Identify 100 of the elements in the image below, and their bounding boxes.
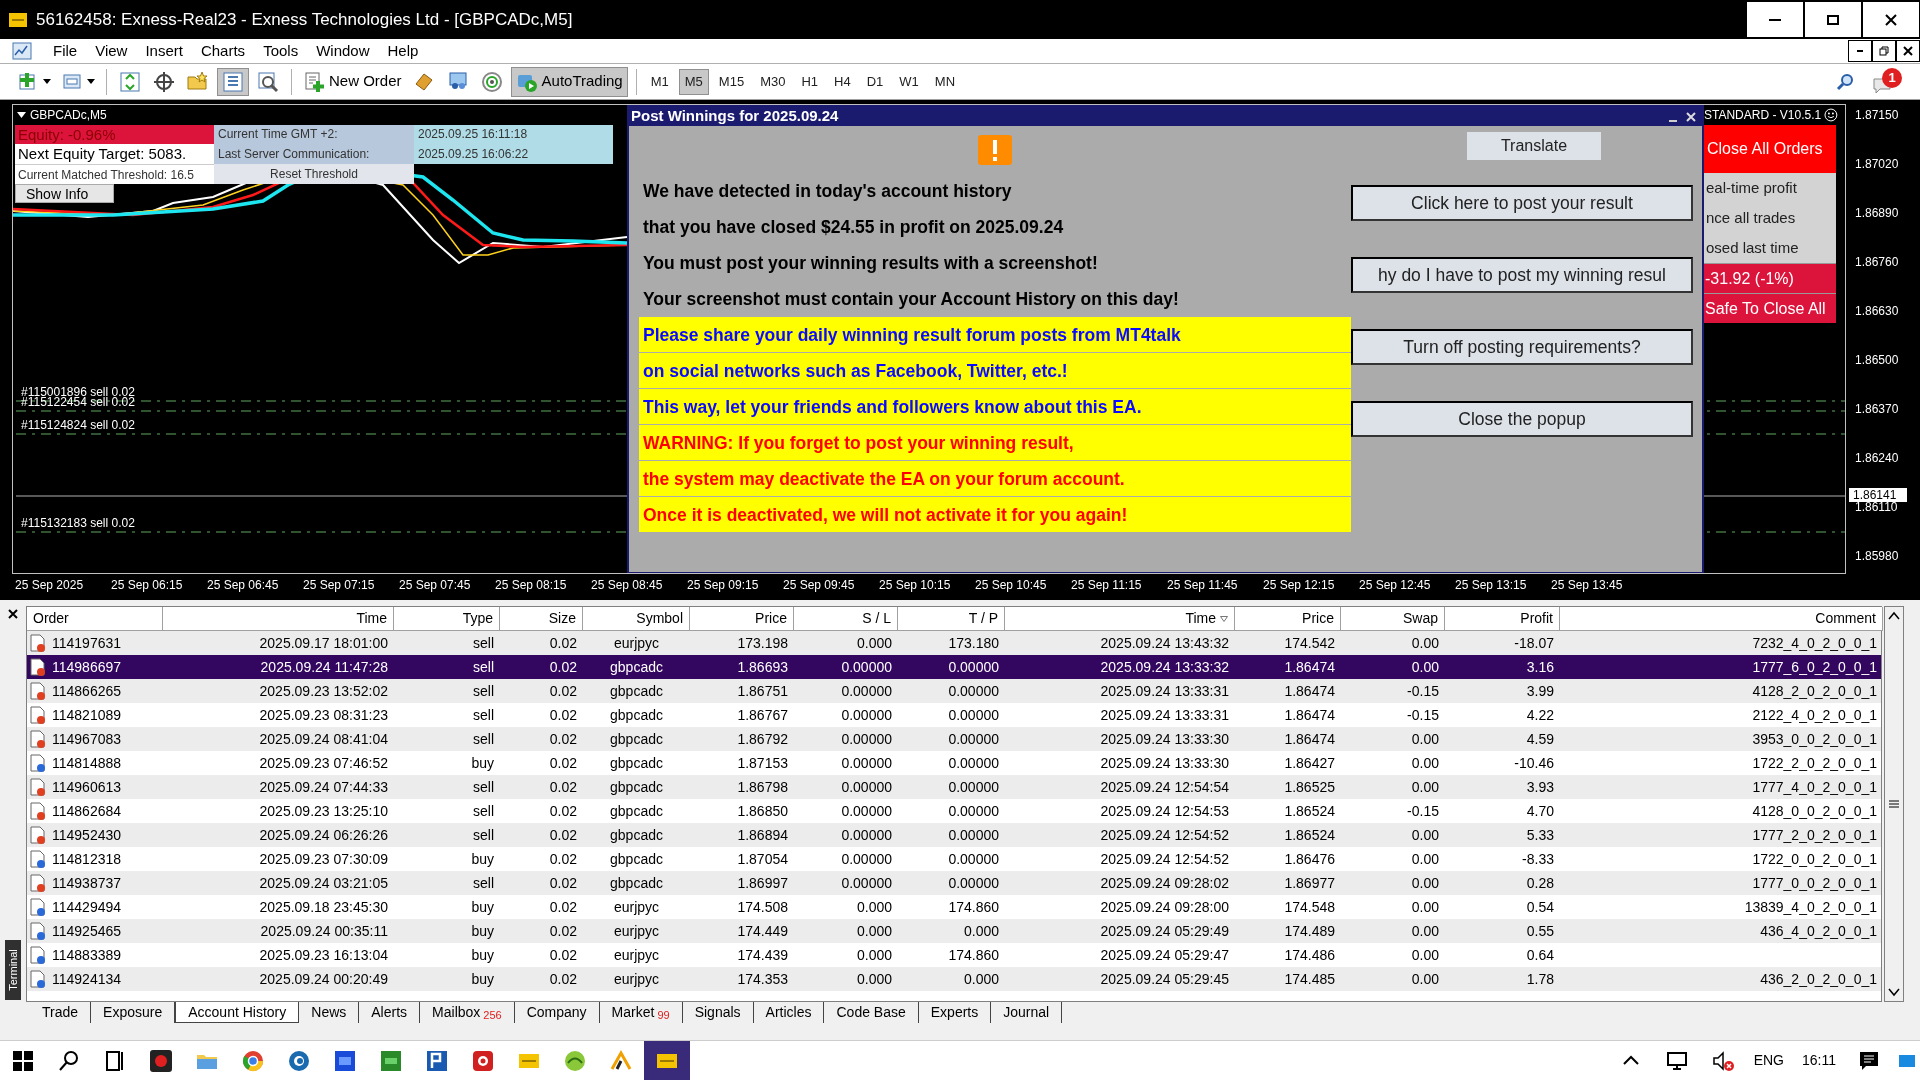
table-cell-text: 0.00 (1410, 826, 1440, 845)
table-row[interactable]: 114952430 2025.09.24 06:26:26 sell 0.02 gbpcadc 1.86894 0.00000 0.00000 2025.09.24 12:54:52 1.86524 0.00 5.33 1777_2_0_2_0_0_1 (27, 823, 1881, 847)
menu-item[interactable]: Window (307, 39, 379, 63)
menu-item[interactable]: Tools (254, 39, 308, 63)
timeframe-button[interactable]: W1 (893, 68, 925, 95)
table-cell-text: gbpcadc (609, 730, 664, 749)
table-cell-text: 0.000 (855, 970, 893, 989)
column-header[interactable]: Comment (1560, 607, 1883, 631)
time-axis-label: 25 Sep 11:15 (1070, 577, 1143, 594)
show-info-button[interactable]: Show Info (15, 184, 114, 203)
menu-item[interactable]: Insert (136, 39, 192, 63)
table-row[interactable]: 114967083 2025.09.24 08:41:04 sell 0.02 gbpcadc 1.86792 0.00000 0.00000 2025.09.24 13:33:30 1.86474 0.00 4.59 3953_0_0_2_0_0_1 (27, 727, 1881, 751)
close-icon (8, 609, 18, 619)
scrollbar[interactable] (1884, 606, 1904, 1002)
time-axis-label: 25 Sep 10:15 (878, 577, 952, 594)
timeframe-button[interactable]: H1 (795, 68, 825, 95)
clock[interactable]: 16:11 (1792, 1050, 1846, 1071)
table-cell-text: 0.000 (962, 970, 1000, 989)
order-label: #115132183 sell 0.02 (21, 516, 135, 530)
timeframe-button[interactable]: MN (928, 68, 961, 95)
terminal-tab[interactable]: Account History (175, 1002, 300, 1023)
timeframe-button[interactable]: M30 (754, 68, 792, 95)
popup-button[interactable]: Turn off posting requirements? (1351, 329, 1693, 365)
column-header[interactable]: Time (163, 607, 394, 631)
column-header[interactable]: Swap (1341, 607, 1445, 631)
column-header[interactable]: T / P (898, 607, 1005, 631)
table-cell-text: 2025.09.24 12:54:52 (1099, 850, 1230, 869)
menu-item[interactable]: File (44, 39, 87, 63)
menu-item[interactable]: View (86, 39, 137, 63)
table-cell-text: 2122_4_0_2_0_0_1 (1751, 706, 1878, 725)
column-header[interactable]: S / L (794, 607, 898, 631)
minimize-button[interactable] (1848, 40, 1872, 62)
close-button[interactable] (1896, 40, 1920, 62)
timeframe-button[interactable]: D1 (860, 68, 890, 95)
table-row[interactable]: 114986697 2025.09.24 11:47:28 sell 0.02 gbpcadc 1.86693 0.00000 0.00000 2025.09.24 13:33:32 1.86474 0.00 3.16 1777_6_0_2_0_0_1 (27, 655, 1881, 679)
table-cell-text: 4.70 (1525, 802, 1555, 821)
time-axis-label: 25 Sep 08:15 (494, 577, 568, 594)
reset-threshold-button[interactable]: Reset Threshold (214, 164, 414, 184)
terminal-tab[interactable]: Code Base (824, 1002, 919, 1023)
close-icon (1903, 46, 1913, 56)
trade-document-icon (30, 778, 46, 796)
timeframe-button[interactable]: M15 (712, 68, 751, 95)
terminal-tab[interactable]: Trade (30, 1002, 92, 1023)
table-row[interactable]: 114925465 2025.09.24 00:35:11 buy 0.02 eurjpyc 174.449 0.000 0.000 2025.09.24 05:29:49 174.489 0.00 0.55 436_4_0_2_0_0_1 (27, 919, 1881, 943)
table-cell-text: 13839_4_0_2_0_0_1 (1743, 898, 1878, 917)
column-header[interactable]: Price (1235, 607, 1341, 631)
search-button[interactable] (1836, 72, 1854, 91)
column-header[interactable]: Order (27, 607, 163, 631)
popup-button[interactable]: hy do I have to post my winning resul (1351, 257, 1693, 293)
table-cell-text: 1.86524 (1283, 802, 1336, 821)
table-cell-text: 1.86476 (1283, 850, 1336, 869)
table-row[interactable]: 114960613 2025.09.24 07:44:33 sell 0.02 gbpcadc 1.86798 0.00000 0.00000 2025.09.24 12:54:54 1.86525 0.00 3.93 1777_4_0_2_0_0_1 (27, 775, 1881, 799)
table-cell-text: 174.353 (736, 970, 789, 989)
app-button[interactable] (644, 1040, 690, 1080)
table-row[interactable]: 114938737 2025.09.24 03:21:05 sell 0.02 gbpcadc 1.86997 0.00000 0.00000 2025.09.24 09:28:02 1.86977 0.00 0.28 1777_0_0_2_0_0_1 (27, 871, 1881, 895)
terminal-tab[interactable]: Articles (753, 1002, 825, 1023)
minimize-button[interactable] (1746, 1, 1804, 38)
close-button[interactable] (1862, 1, 1920, 38)
terminal-tab[interactable]: Signals (682, 1002, 754, 1023)
table-cell-text: 173.180 (947, 634, 1000, 653)
timeframe-button[interactable]: H4 (828, 68, 857, 95)
timeframe-button[interactable]: M1 (644, 68, 675, 95)
column-header[interactable]: Size (500, 607, 583, 631)
menu-item[interactable]: Charts (191, 39, 255, 63)
column-header[interactable]: Type (394, 607, 500, 631)
new-order-button[interactable]: New Order (300, 67, 405, 96)
table-row[interactable]: 114197631 2025.09.17 18:01:00 sell 0.02 eurjpyc 173.198 0.000 173.180 2025.09.24 13:43:32 174.542 0.00 -18.07 7232_4_0_2_0_0_1 (27, 631, 1881, 655)
table-row[interactable]: 114866265 2025.09.23 13:52:02 sell 0.02 gbpcadc 1.86751 0.00000 0.00000 2025.09.24 13:33:31 1.86474 -0.15 3.99 4128_2_0_2_0_0_1 (27, 679, 1881, 703)
menu-item[interactable]: Help (378, 39, 428, 63)
column-header[interactable]: Symbol (583, 607, 690, 631)
translate-button[interactable]: Translate (1467, 132, 1601, 160)
timeframe-button[interactable]: M5 (678, 68, 709, 95)
table-cell-text: 0.000 (855, 946, 893, 965)
current-price-label: 1.86141 (1849, 488, 1907, 502)
language-indicator[interactable]: ENG (1745, 1050, 1792, 1071)
table-cell-text: 1.87153 (736, 754, 789, 773)
column-header[interactable]: Profit (1445, 607, 1560, 631)
restore-button[interactable] (1872, 40, 1896, 62)
terminal-tab[interactable]: Mailbox 256 (420, 1002, 515, 1023)
terminal-tab[interactable]: Market 99 (599, 1002, 683, 1023)
maximize-button[interactable] (1804, 1, 1862, 38)
terminal-tab[interactable]: Alerts (359, 1002, 421, 1023)
terminal-tab[interactable]: Journal (991, 1002, 1063, 1023)
terminal-tab[interactable]: Company (514, 1002, 600, 1023)
collapse-icon[interactable] (17, 111, 26, 119)
terminal-tab[interactable]: News (299, 1002, 360, 1023)
table-cell-text: 1777_2_0_2_0_0_1 (1751, 826, 1878, 845)
table-cell-text: 0.00000 (947, 730, 1000, 749)
terminal-tab[interactable]: Experts (918, 1002, 992, 1023)
navigator-button[interactable] (217, 67, 249, 96)
column-header[interactable]: Price (690, 607, 794, 631)
close-all-button[interactable]: Close All Orders (1704, 125, 1836, 173)
popup-button[interactable]: Close the popup (1351, 401, 1693, 437)
table-row[interactable]: 114924134 2025.09.24 00:20:49 buy 0.02 eurjpyc 174.353 0.000 0.000 2025.09.24 05:29:45 174.485 0.00 1.78 436_2_0_2_0_0_1 (27, 967, 1881, 991)
autotrading-button[interactable]: AutoTrading (510, 66, 628, 97)
table-cell-text: 2025.09.24 13:33:30 (1099, 730, 1230, 749)
chart-window-icon[interactable] (12, 42, 32, 60)
notifications-button[interactable]: 1 (1872, 67, 1902, 96)
popup-button[interactable]: Click here to post your result (1351, 185, 1693, 221)
column-header[interactable]: Time (1005, 607, 1235, 631)
